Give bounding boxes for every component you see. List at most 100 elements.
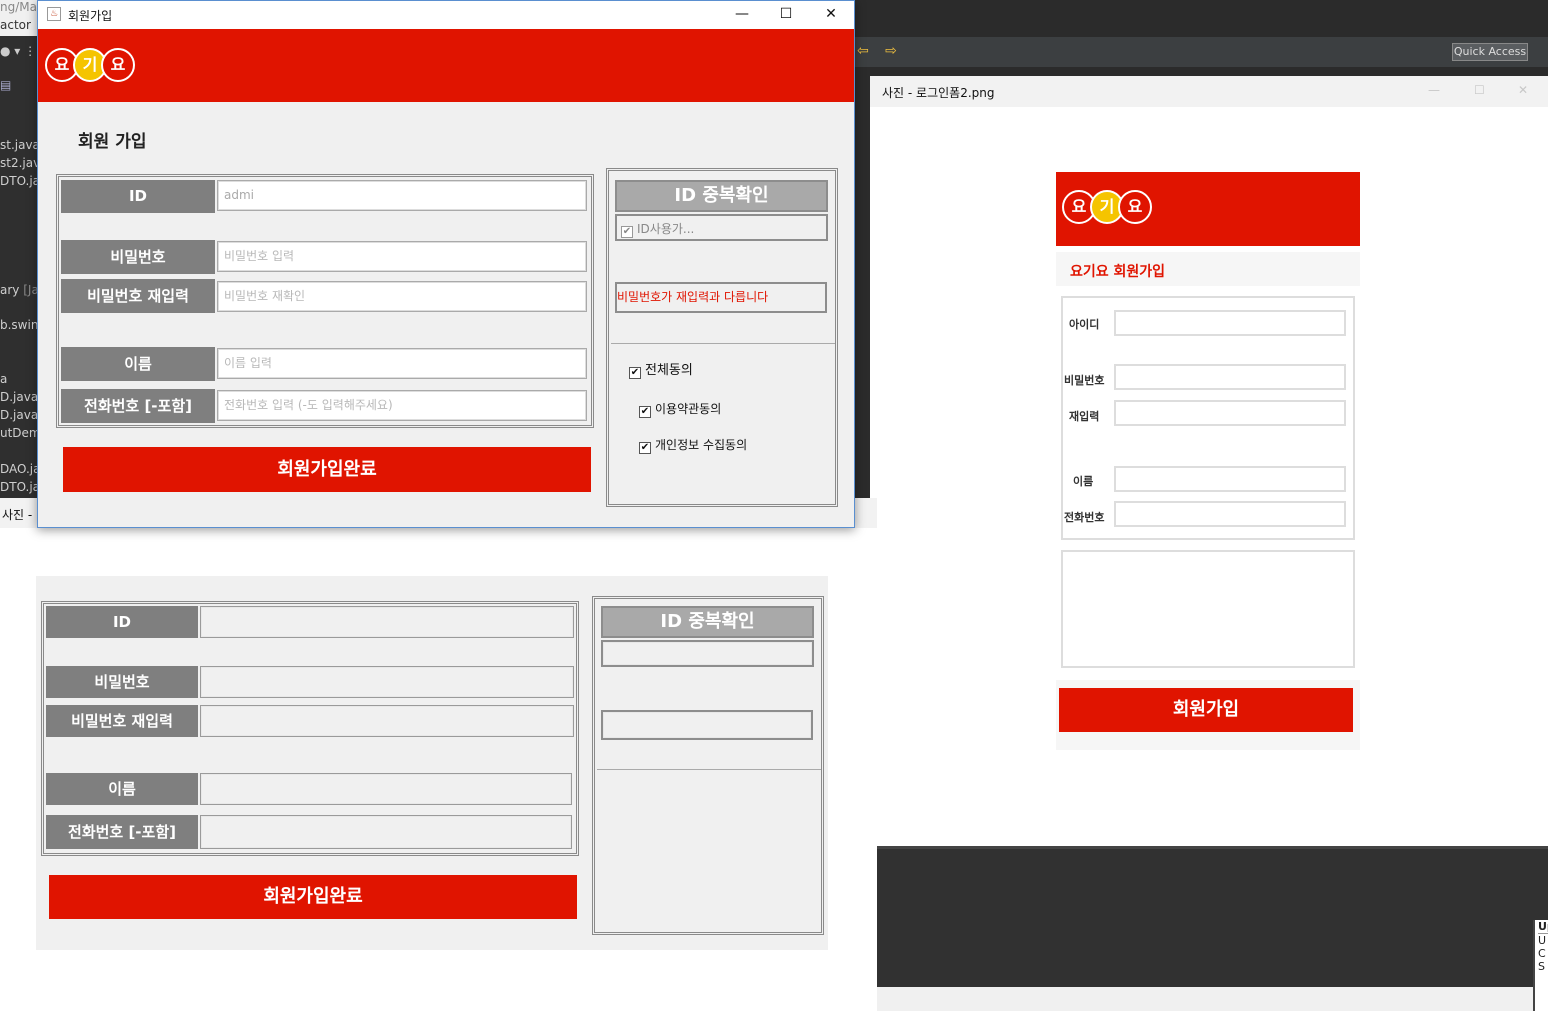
side-panel: ID 중복확인 ✔ ID사용가... 비밀번호가 재입력과 다릅니다 ✔ 전체동의 … [606, 168, 838, 507]
ide-file-item[interactable]: utDem [0, 426, 40, 440]
window-titlebar[interactable]: ♨ 회원가입 — ☐ ✕ [38, 1, 854, 29]
close-icon[interactable]: ✕ [815, 4, 847, 26]
agree-terms-checkbox[interactable]: ✔ 이용약관동의 [639, 400, 721, 418]
checkbox-checked-icon: ✔ [629, 367, 641, 379]
image-label: 이름 [46, 773, 198, 805]
photo-viewer-window: 사진 - 로그인폼2.png — ☐ ✕ 요 기 요 요기요 회원가입 아이디 … [870, 76, 1548, 846]
mockup-label: 비밀번호 [1064, 374, 1105, 387]
ide-file-item[interactable]: b.swin [0, 318, 38, 332]
password-mismatch-box: 비밀번호가 재입력과 다릅니다 [615, 282, 827, 313]
agree-all-checkbox[interactable]: ✔ 전체동의 [629, 359, 693, 379]
id-status-text: ID사용가... [637, 222, 695, 236]
minimize-icon[interactable]: — [1428, 83, 1440, 97]
id-input[interactable]: admi [217, 180, 587, 211]
panel-title: Up [1538, 920, 1548, 934]
panel-line: U [1538, 934, 1547, 947]
signup-window: ♨ 회원가입 — ☐ ✕ 요 기 요 회원 가입 ID admi 비밀번호 비밀… [37, 0, 855, 528]
image-field [200, 705, 574, 737]
image-pw-status [601, 710, 813, 740]
ide-file-item[interactable]: D.java [0, 408, 38, 422]
mockup-label: 재입력 [1069, 410, 1100, 423]
ide-file-item[interactable]: ary [Jav [0, 283, 40, 297]
image-field [200, 666, 574, 698]
navigation-arrows-icon[interactable]: ⇦ ⇨ [857, 43, 903, 59]
image-id-check: ID 중복확인 [601, 606, 814, 638]
mockup-fields-box: 아이디 비밀번호 재입력 이름 전화번호 [1061, 296, 1355, 540]
ide-view-icon[interactable]: ▤ [0, 78, 11, 92]
agree-terms-label: 이용약관동의 [655, 402, 722, 416]
java-app-icon: ♨ [47, 7, 61, 21]
signup-mockup-image: 요 기 요 요기요 회원가입 아이디 비밀번호 재입력 이름 전화번호 회원가입 [1056, 172, 1360, 750]
checkbox-checked-icon: ✔ [639, 442, 651, 454]
id-check-button[interactable]: ID 중복확인 [615, 180, 828, 212]
mockup-label: 아이디 [1069, 318, 1100, 331]
mockup-field [1114, 400, 1346, 426]
phone-label: 전화번호 [-포함] [61, 389, 215, 423]
password-label: 비밀번호 [61, 240, 215, 274]
mockup-subtitle: 요기요 회원가입 [1070, 264, 1166, 280]
name-input[interactable]: 이름 입력 [217, 348, 587, 379]
image-id-status [601, 640, 814, 667]
ide-toolbar-icons[interactable]: ● ▾ ⋮ [0, 44, 36, 58]
image-label: ID [46, 606, 198, 638]
ide-file-item[interactable]: DTO.jav [0, 174, 40, 188]
ide-menu-text: actor [0, 18, 31, 32]
quick-access-input[interactable]: Quick Access [1452, 43, 1528, 61]
ide-file-item[interactable]: DTO.jav [0, 480, 40, 494]
password-input[interactable]: 비밀번호 입력 [217, 241, 587, 272]
agreement-area: ✔ 전체동의 ✔ 이용약관동의 ✔ 개인정보 수집동의 [611, 343, 835, 505]
mockup-label: 이름 [1073, 475, 1094, 488]
panel-line: S [1538, 960, 1545, 973]
yogiyo-logo: 요 기 요 [1062, 190, 1152, 224]
phone-input[interactable]: 전화번호 입력 (-도 입력해주세요) [217, 390, 587, 421]
mockup-signup-button: 회원가입 [1059, 688, 1353, 732]
minimize-icon[interactable]: — [726, 4, 758, 26]
mockup-agree-box [1061, 550, 1355, 668]
logo-letter: 요 [101, 48, 135, 82]
mockup-field [1114, 364, 1346, 390]
ide-file-item[interactable]: st.java [0, 138, 40, 152]
mockup-label: 전화번호 [1064, 511, 1105, 524]
mockup-subtitle-bar: 요기요 회원가입 [1056, 252, 1360, 286]
window-title: 회원가입 [68, 9, 113, 23]
photo-viewer-window-2: 사진 - ID 비밀번호 비밀번호 재입력 이름 전화번호 [-포함] 회원가입… [0, 498, 877, 1011]
ide-file-item[interactable]: st2.java [0, 156, 40, 170]
photo-viewer-titlebar: 사진 - 로그인폼2.png — ☐ ✕ [870, 76, 1548, 107]
checkbox-checked-icon: ✔ [639, 406, 651, 418]
yogiyo-logo: 요 기 요 [45, 48, 137, 82]
signup-complete-button[interactable]: 회원가입완료 [63, 447, 591, 492]
ide-status-bar [877, 987, 1548, 1011]
mockup-banner: 요 기 요 [1056, 172, 1360, 246]
image-submit-button: 회원가입완료 [49, 875, 577, 919]
ide-console-area [877, 846, 1548, 1011]
maximize-icon[interactable]: ☐ [770, 4, 802, 26]
image-field [200, 815, 572, 849]
fields-panel: ID admi 비밀번호 비밀번호 입력 비밀번호 재입력 비밀번호 재확인 이… [56, 174, 594, 428]
form-design-image: ID 비밀번호 비밀번호 재입력 이름 전화번호 [-포함] 회원가입완료 ID… [36, 576, 828, 950]
agree-all-label: 전체동의 [645, 363, 693, 378]
mockup-field [1114, 310, 1346, 336]
logo-letter: 요 [1118, 190, 1152, 224]
password-mismatch-text: 비밀번호가 재입력과 다릅니다 [617, 290, 769, 304]
close-icon[interactable]: ✕ [1518, 83, 1528, 97]
ide-path-text: ng/Ma [0, 0, 37, 14]
ide-file-item[interactable]: D.java [0, 390, 38, 404]
ide-header-strip: ng/Ma actor [0, 0, 40, 36]
image-label: 비밀번호 [46, 666, 198, 698]
ide-toolbar: ⇦ ⇨ Quick Access [855, 37, 1548, 67]
header-banner: 요 기 요 [38, 29, 854, 102]
image-label: 전화번호 [-포함] [46, 815, 198, 849]
password-confirm-input[interactable]: 비밀번호 재확인 [217, 281, 587, 312]
checkbox-icon: ✔ [621, 226, 633, 238]
panel-line: C [1538, 947, 1546, 960]
mockup-field [1114, 466, 1346, 492]
ide-file-item[interactable]: a [0, 372, 7, 386]
image-field [200, 773, 572, 805]
ide-file-item[interactable]: DAO.jav [0, 462, 40, 476]
page-heading: 회원 가입 [78, 132, 147, 152]
agree-privacy-checkbox[interactable]: ✔ 개인정보 수집동의 [639, 436, 747, 454]
maximize-icon[interactable]: ☐ [1474, 83, 1485, 97]
image-divider [597, 769, 821, 770]
ide-side-panel: Up U C S [1533, 920, 1548, 1011]
id-status-box: ✔ ID사용가... [615, 214, 828, 241]
